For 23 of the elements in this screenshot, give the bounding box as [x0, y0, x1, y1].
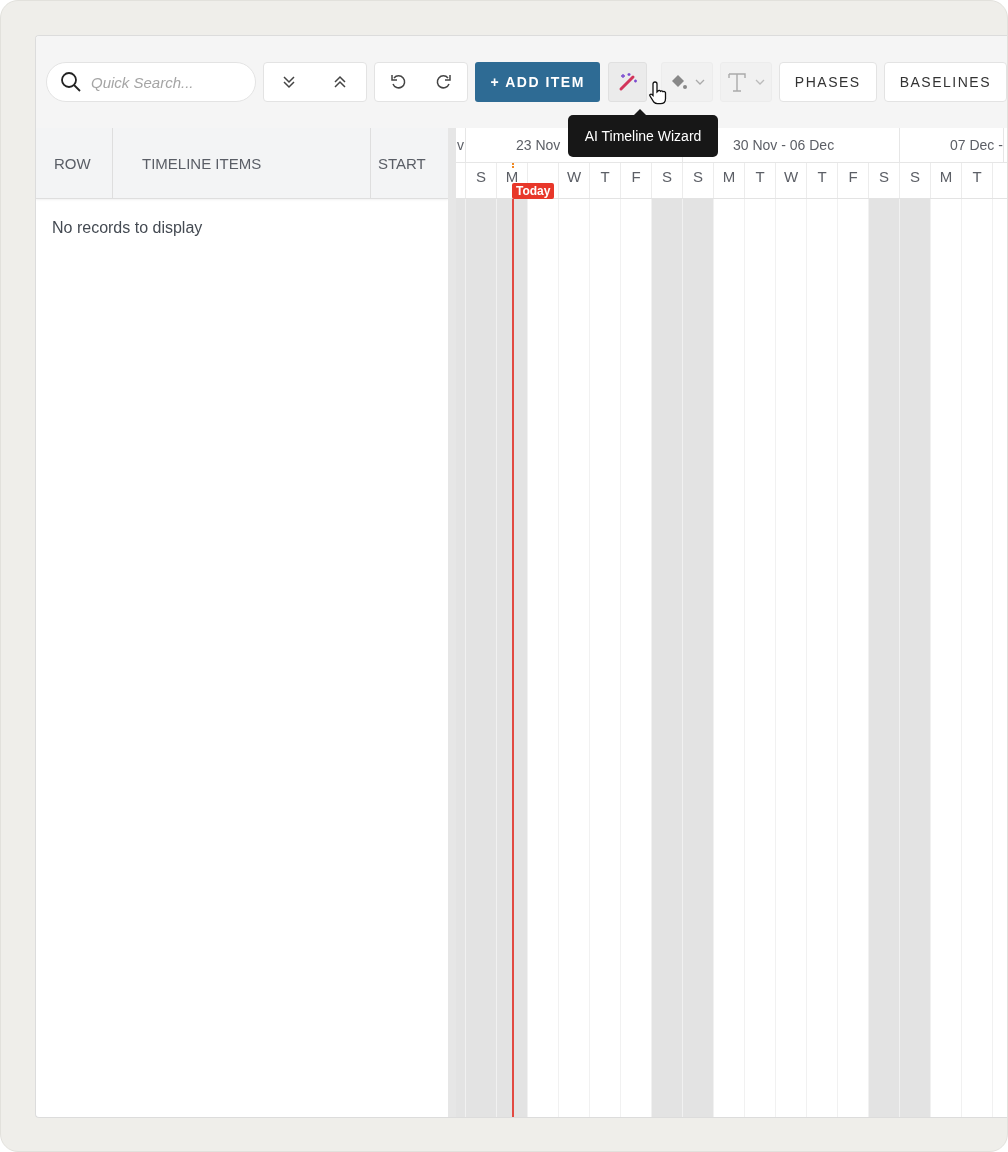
- day-label: M: [505, 168, 519, 185]
- redo-icon: [436, 74, 452, 90]
- fill-color-dropdown[interactable]: [661, 62, 713, 102]
- empty-message: No records to display: [51, 218, 204, 238]
- add-item-button[interactable]: + ADD ITEM: [475, 62, 601, 102]
- week-header: v: [456, 128, 466, 162]
- magic-wand-button[interactable]: [608, 62, 648, 102]
- column-header[interactable]: ROW: [36, 128, 113, 198]
- undo-icon: [389, 74, 406, 90]
- double-chevron-down-icon: [282, 75, 297, 89]
- tooltip: AI Timeline Wizard: [568, 109, 718, 157]
- today-badge: Today: [512, 183, 555, 199]
- search-field[interactable]: Quick Search...: [46, 62, 256, 102]
- double-chevron-up-icon: [333, 75, 348, 89]
- column-header[interactable]: START: [371, 128, 448, 198]
- column-header[interactable]: TIMELINE ITEMS: [113, 128, 371, 198]
- search-icon: [60, 71, 82, 93]
- caret-icon: [754, 78, 765, 86]
- text-format-icon: [726, 71, 747, 93]
- toolbar-button[interactable]: BASELINES: [883, 62, 1007, 102]
- caret-icon: [695, 78, 706, 86]
- week-header: 07 Dec -: [900, 128, 1004, 162]
- toolbar-button[interactable]: PHASES: [778, 62, 877, 102]
